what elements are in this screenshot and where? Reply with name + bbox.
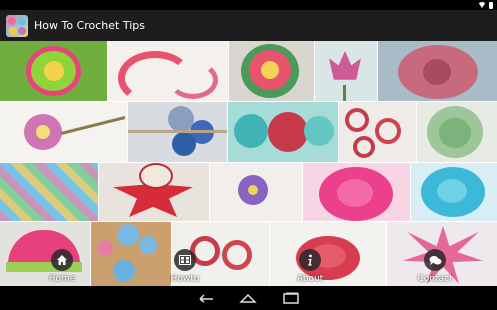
nav-home-label: Home [48, 274, 76, 284]
gallery-image[interactable] [0, 41, 107, 101]
app-title: How To Crochet Tips [34, 19, 146, 32]
info-icon [299, 249, 321, 271]
home-icon [51, 249, 73, 271]
recents-icon[interactable] [281, 290, 301, 306]
gallery-image[interactable] [0, 102, 127, 162]
bottom-navigation: Home Howto About Contact [0, 246, 497, 286]
film-icon [174, 249, 196, 271]
nav-home[interactable]: Home [40, 246, 84, 286]
nav-about-label: About [296, 274, 324, 284]
gallery-image[interactable] [0, 163, 98, 221]
gallery-image[interactable] [378, 41, 497, 101]
battery-icon [489, 1, 493, 9]
gallery-image[interactable] [303, 163, 410, 221]
app-logo-icon[interactable] [6, 14, 28, 37]
nav-about[interactable]: About [288, 246, 332, 286]
nav-howto-label: Howto [170, 274, 200, 284]
gallery-image[interactable] [229, 41, 314, 101]
gallery-image[interactable] [315, 41, 377, 101]
gallery-image[interactable] [108, 41, 228, 101]
status-bar [0, 0, 497, 10]
chat-icon [424, 249, 446, 271]
gallery-image[interactable] [228, 102, 338, 162]
gallery-image[interactable] [339, 102, 416, 162]
gallery-image[interactable] [128, 102, 227, 162]
gallery-image[interactable] [411, 163, 497, 221]
gallery-image[interactable] [99, 163, 209, 221]
system-navigation-bar [0, 286, 497, 310]
nav-howto[interactable]: Howto [163, 246, 207, 286]
back-icon[interactable] [197, 290, 217, 306]
home-button-icon[interactable] [238, 290, 258, 306]
action-bar: How To Crochet Tips [0, 10, 497, 41]
nav-contact-label: Contact [417, 274, 453, 284]
nav-contact[interactable]: Contact [413, 246, 457, 286]
wifi-icon [478, 2, 486, 8]
gallery-image[interactable] [417, 102, 497, 162]
gallery-image[interactable] [210, 163, 302, 221]
